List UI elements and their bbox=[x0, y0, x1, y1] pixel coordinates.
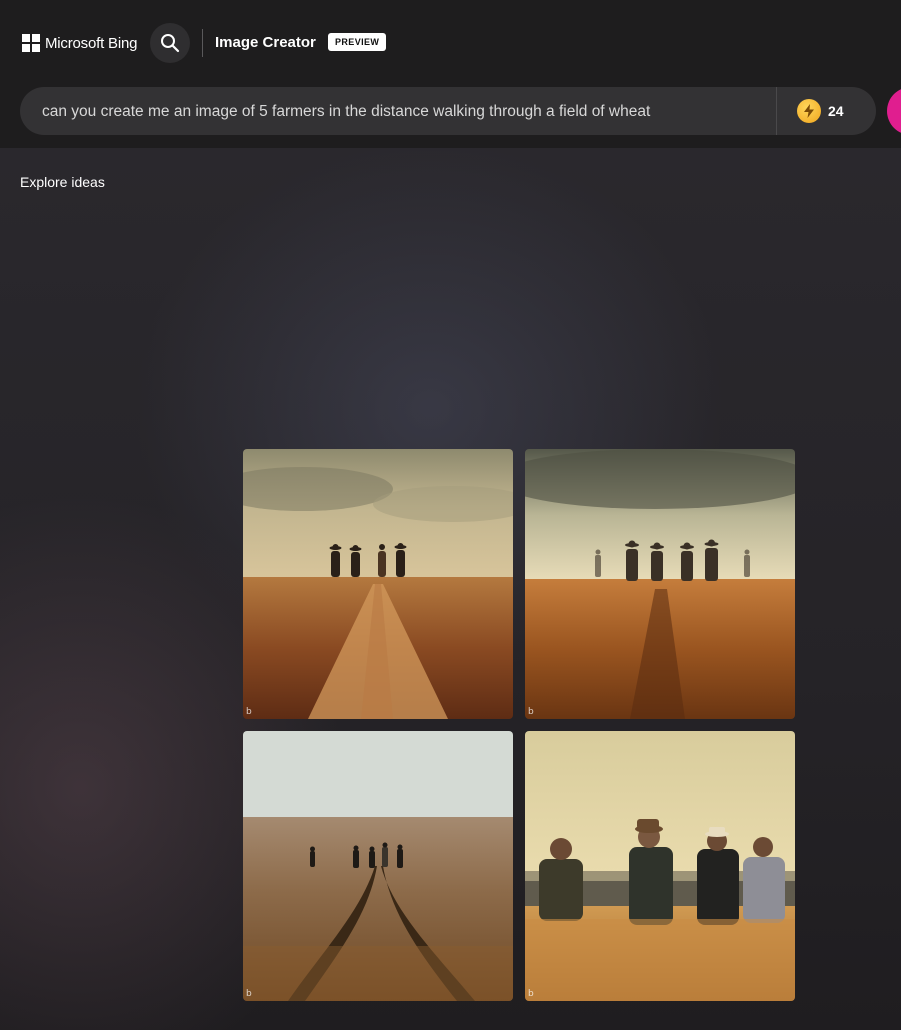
boost-counter[interactable]: 24 bbox=[797, 99, 844, 123]
prompt-divider bbox=[776, 87, 777, 135]
search-button[interactable] bbox=[150, 23, 190, 63]
bing-logo[interactable]: Microsoft Bing bbox=[22, 34, 137, 52]
preview-badge: PREVIEW bbox=[328, 33, 387, 51]
header-divider bbox=[202, 29, 203, 57]
search-icon bbox=[161, 34, 180, 53]
result-image-4[interactable]: b bbox=[525, 731, 795, 1001]
result-image-1-picture bbox=[243, 449, 513, 719]
result-image-2[interactable]: b bbox=[525, 449, 795, 719]
microsoft-logo-icon bbox=[22, 34, 40, 52]
prompt-input[interactable] bbox=[40, 87, 774, 137]
app-title[interactable]: Image Creator bbox=[215, 34, 316, 51]
bing-watermark-icon: b bbox=[246, 707, 252, 717]
result-image-2-picture bbox=[525, 449, 795, 719]
bing-watermark-icon: b bbox=[528, 707, 534, 717]
brand-name: Microsoft Bing bbox=[45, 34, 138, 52]
bing-watermark-icon: b bbox=[246, 989, 252, 999]
explore-ideas-link[interactable]: Explore ideas bbox=[20, 174, 105, 190]
result-image-3-picture bbox=[243, 731, 513, 1001]
result-image-4-picture bbox=[525, 731, 795, 1001]
create-button[interactable] bbox=[887, 87, 901, 135]
result-image-3[interactable]: b bbox=[243, 731, 513, 1001]
lightning-bolt-icon bbox=[797, 99, 821, 123]
prompt-bar: 24 bbox=[20, 87, 876, 137]
result-image-1[interactable]: b bbox=[243, 449, 513, 719]
bing-watermark-icon: b bbox=[528, 989, 534, 999]
header-bar: Microsoft Bing Image Creator PREVIEW 24 bbox=[0, 0, 901, 148]
boost-count: 24 bbox=[828, 103, 844, 119]
